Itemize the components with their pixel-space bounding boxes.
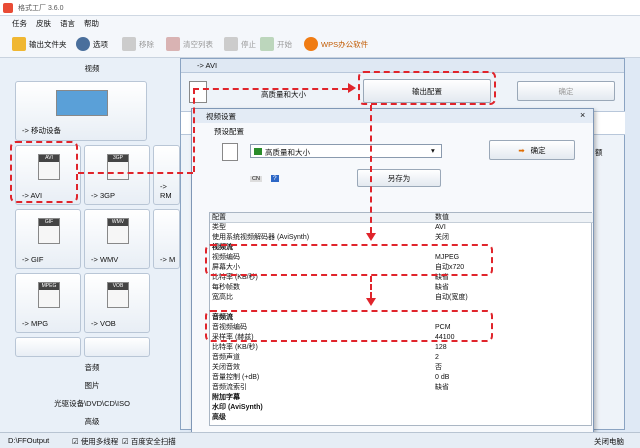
gif-file-icon: GIF [38,218,60,244]
start-button[interactable]: 开始 [260,36,292,52]
tile-gif[interactable]: GIF -> GIF [15,209,81,269]
app-logo-icon [3,3,13,13]
help-icon[interactable]: ? [271,175,279,182]
video-settings-titlebar: 视频设置 × [192,109,593,123]
toolbar: 输出文件夹 选项 移除 清空列表 停止 开始 WPS办公软件 [0,30,640,58]
column-extra: 额 [595,148,603,157]
category-video[interactable]: 视频 [4,61,180,75]
grid-row[interactable]: 音频流索引 缺省 [210,383,593,393]
annotation-arrow [366,298,376,306]
mpg-file-icon: MPEG [38,282,60,308]
avi-small-icon [189,81,207,103]
start-icon [260,37,274,51]
grid-row[interactable]: 比特率 (KB/秒) 128 [210,343,593,353]
close-icon[interactable]: × [580,110,585,120]
annotation-line [193,88,348,90]
category-picture[interactable]: 图片 [4,378,180,392]
annotation-line [370,105,372,233]
grid-row[interactable]: 宽高比 自动(宽度) [210,293,593,303]
annotation-line [370,276,372,298]
output-path[interactable]: D:\FFOutput [8,436,49,445]
category-advanced[interactable]: 高级 [4,414,180,428]
annotation-line [193,88,195,172]
annotation-box-audio-codec [205,310,493,342]
chevron-down-icon: ▾ [431,146,435,155]
tile-rm[interactable]: -> RM [153,145,180,205]
annotation-arrow [348,83,356,93]
menu-language[interactable]: 语言 [60,18,75,29]
grid-header: 配置 数值 [210,213,593,223]
grid-row[interactable]: 类型 AVI [210,223,593,233]
preset-color-icon [254,148,262,155]
annotation-box-avi [10,141,78,203]
grid-row[interactable]: 关闭音效否 [210,363,593,373]
language-tag[interactable]: CN [250,176,262,182]
annotation-arrow [366,233,376,241]
video-settings-title: 视频设置 [206,112,236,121]
annotation-box-output-config [358,71,496,105]
menu-help[interactable]: 帮助 [84,18,99,29]
preset-value: 高质量和大小 [265,148,310,157]
category-rom[interactable]: 光驱设备\DVD\CD\ISO [4,396,180,410]
avi-ok-button[interactable]: 确定 [517,81,615,101]
preset-select[interactable]: 高质量和大小 ▾ [250,144,442,158]
preconfig-label: 预设配置 [214,127,244,136]
stop-button[interactable]: 停止 [224,36,256,52]
status-bar: D:\FFOutput ☑ 使用多线程 ☑ 百度安全扫描 关闭电脑 [0,432,640,448]
annotation-box-video-codec [205,244,493,276]
shutdown-checkbox[interactable]: 关闭电脑 [594,436,624,447]
wmv-file-icon: WMV [107,218,129,244]
vob-file-icon: VOB [107,282,129,308]
grid-row[interactable]: 音频声道 2 [210,353,593,363]
tile-mobile[interactable]: -> 移动设备 [15,81,147,141]
menu-bar: 任务 皮肤 语言 帮助 [0,16,640,30]
tile-wmv[interactable]: WMV -> WMV [84,209,150,269]
options-button[interactable]: 选项 [76,36,108,52]
menu-skin[interactable]: 皮肤 [36,18,51,29]
tile-more-2[interactable] [84,337,150,357]
folder-icon [12,37,26,51]
tile-m[interactable]: -> M [153,209,180,269]
arrow-icon: ➡ [518,145,525,155]
avi-preview-icon [222,143,238,161]
3gp-file-icon: 3GP [107,154,129,180]
output-folder-button[interactable]: 输出文件夹 [12,36,67,52]
grid-row[interactable]: 音量控制 (+dB) 0 dB [210,373,593,383]
menu-task[interactable]: 任务 [12,18,27,29]
category-audio[interactable]: 音频 [4,360,180,374]
stop-icon [224,37,238,51]
clear-list-button[interactable]: 清空列表 [166,36,213,52]
multithread-checkbox[interactable]: ☑ 使用多线程 [72,436,118,447]
wps-button[interactable]: WPS办公软件 [304,36,368,52]
window-title: 格式工厂 3.6.0 [18,5,64,12]
annotation-line [78,172,193,174]
grid-row[interactable]: 使用系统视频解码器 (AviSynth) 关闭 [210,233,593,243]
avi-dialog-title: -> AVI [197,61,218,70]
tile-3gp[interactable]: 3GP -> 3GP [84,145,150,205]
title-bar: 格式工厂 3.6.0 [0,0,640,16]
preset-hint: 高质量和大小 [261,90,306,99]
grid-section-advanced[interactable]: 高级 [210,413,593,423]
tile-vob[interactable]: VOB -> VOB [84,273,150,333]
wps-icon [304,37,318,51]
mobile-icon [56,90,108,116]
gear-icon [76,37,90,51]
grid-section-watermark[interactable]: 水印 (AviSynth) [210,403,593,413]
grid-section-subtitle[interactable]: 附加字幕 [210,393,593,403]
tile-mpg[interactable]: MPEG -> MPG [15,273,81,333]
clear-icon [166,37,180,51]
remove-button[interactable]: 移除 [122,36,154,52]
baidu-scan-checkbox[interactable]: ☑ 百度安全扫描 [122,436,176,447]
grid-row[interactable]: 每秒帧数 缺省 [210,283,593,293]
tile-more-1[interactable] [15,337,81,357]
settings-ok-button[interactable]: ➡ 确定 [489,140,575,160]
remove-icon [122,37,136,51]
